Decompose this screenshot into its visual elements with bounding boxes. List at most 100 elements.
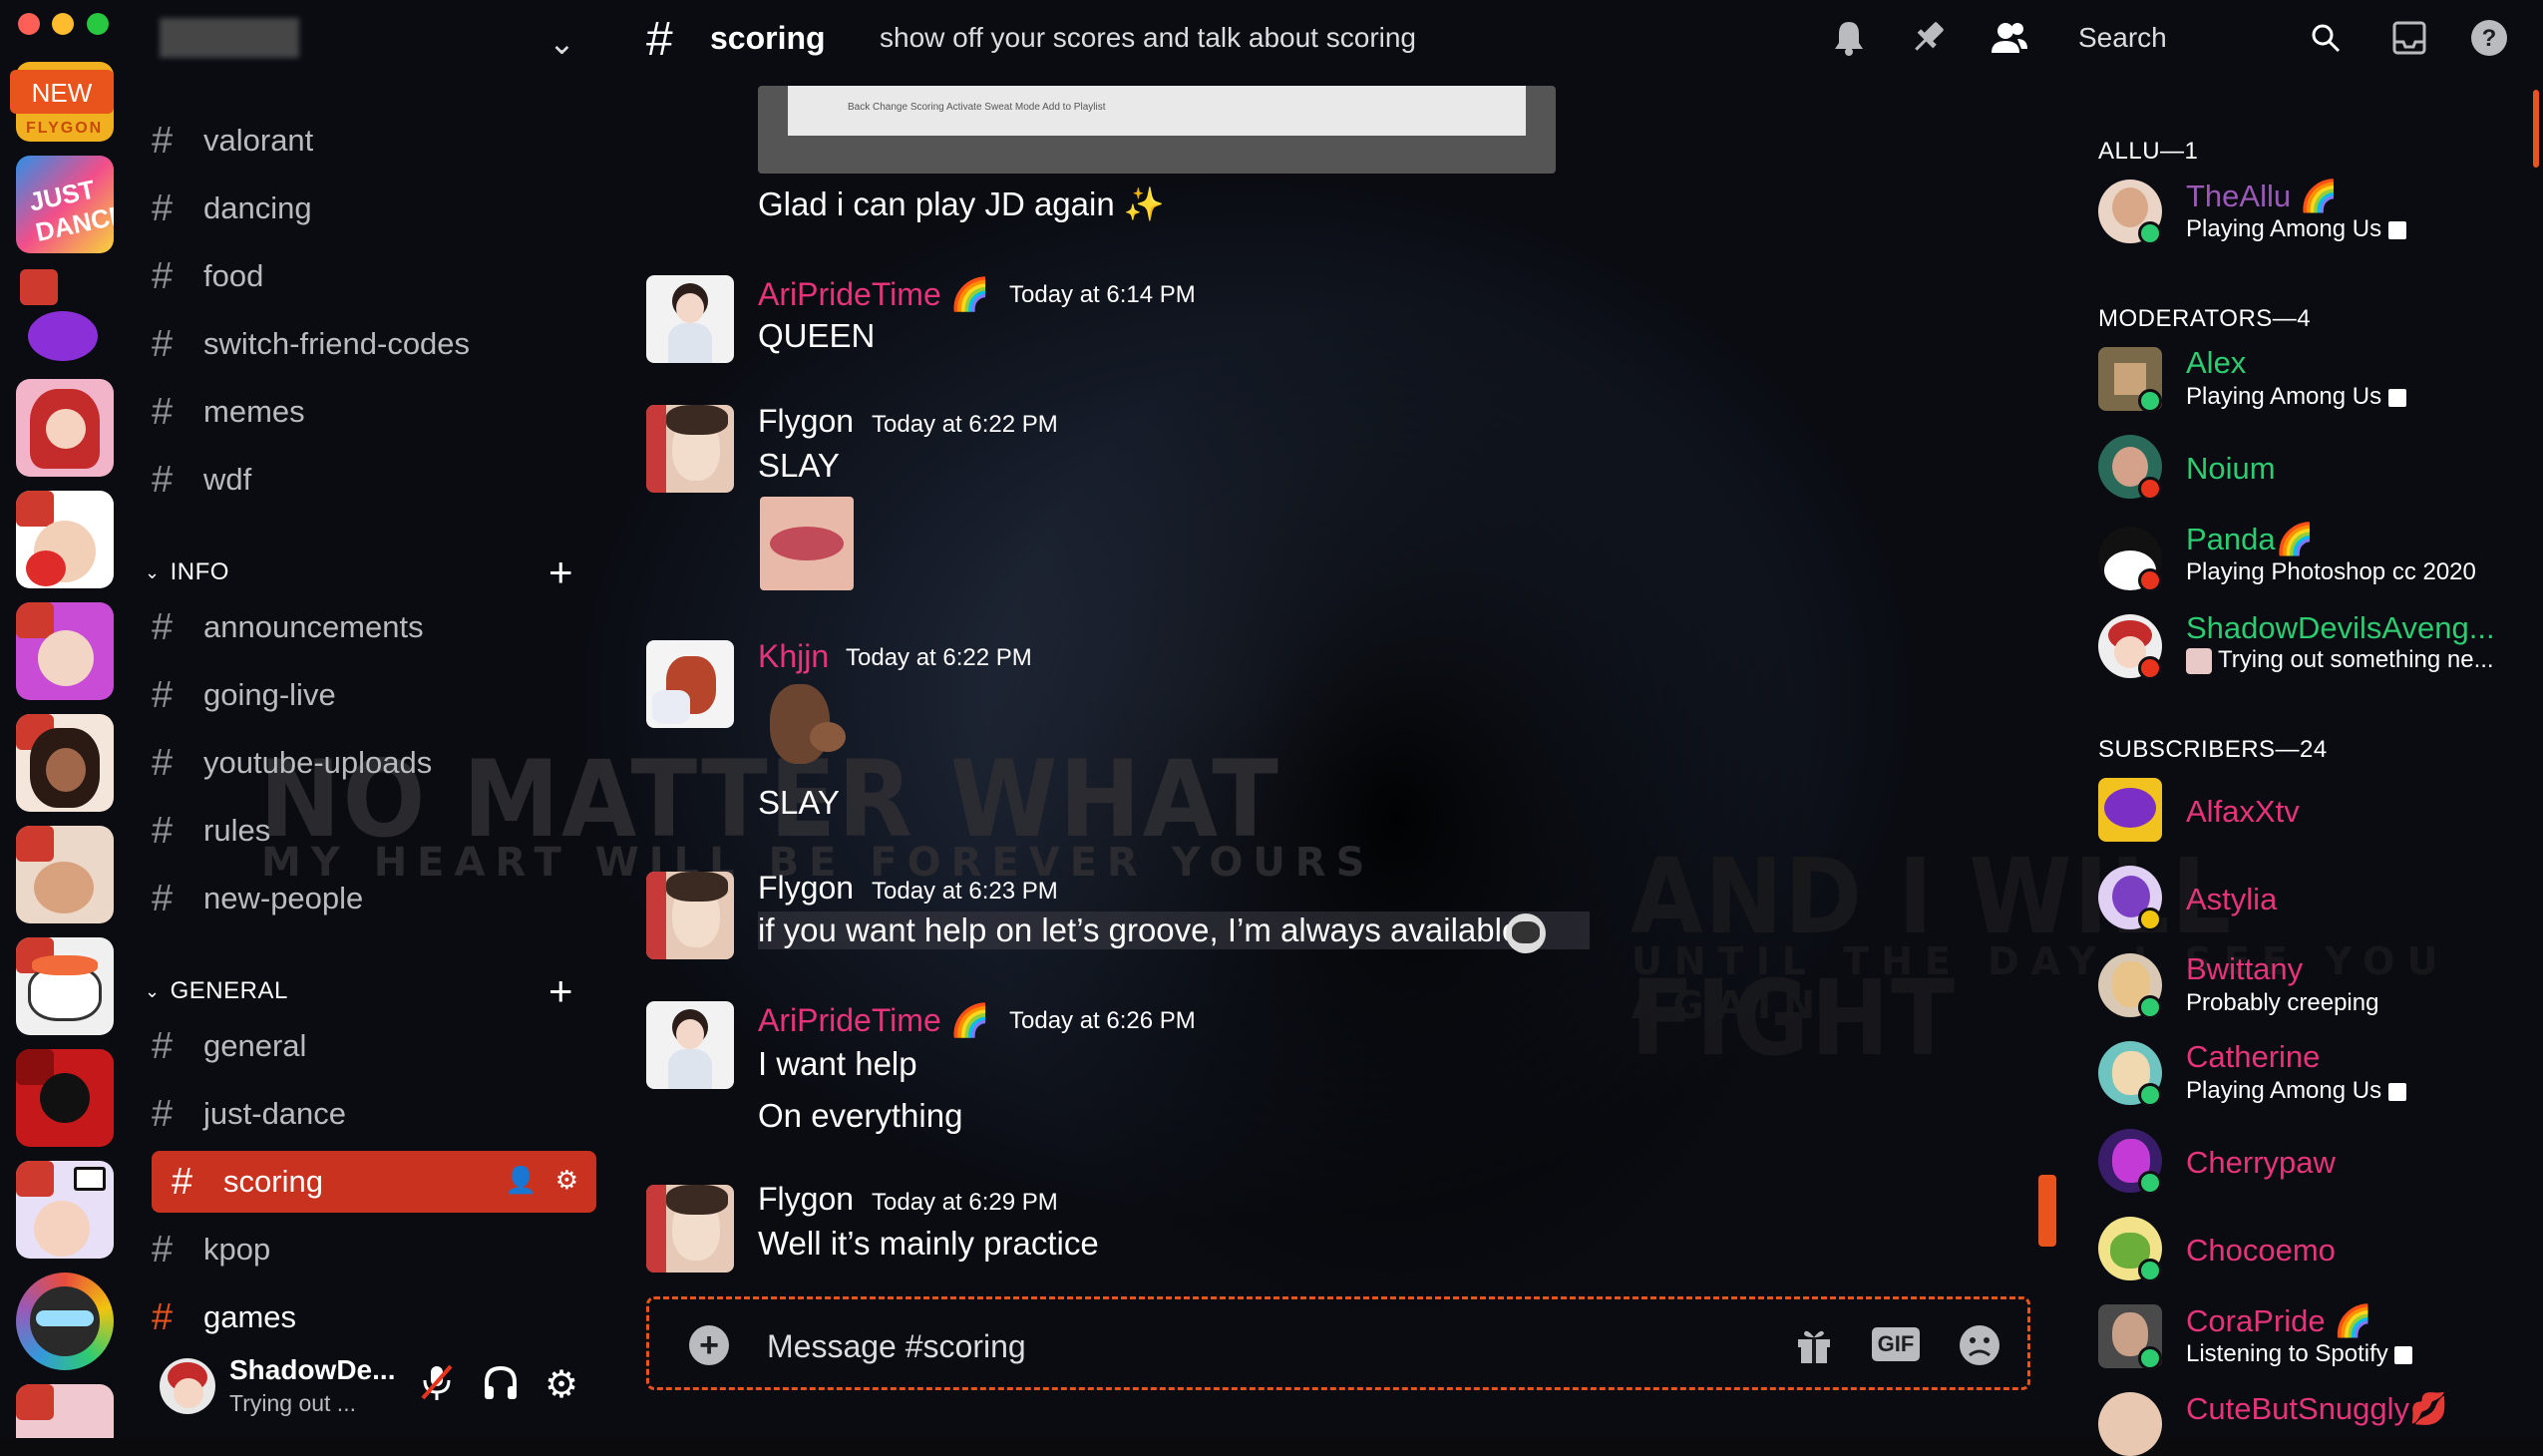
hash-icon: # xyxy=(152,1295,174,1338)
gif-button[interactable]: GIF xyxy=(1872,1327,1920,1361)
channel-food[interactable]: # food xyxy=(152,247,600,305)
bell-icon[interactable] xyxy=(1827,16,1871,60)
headphones-icon[interactable] xyxy=(481,1362,521,1412)
message-author[interactable]: Flygon xyxy=(758,403,854,440)
server-anime-boy[interactable] xyxy=(16,491,114,588)
member-name[interactable]: AlfaxXtv xyxy=(2186,794,2300,830)
chevron-down-icon[interactable]: ⌄ xyxy=(548,24,575,62)
invite-icon[interactable]: 👤 xyxy=(505,1165,537,1196)
member-name[interactable]: TheAllu 🌈 xyxy=(2186,178,2338,214)
server-dark-girl[interactable] xyxy=(16,714,114,812)
settings-gear-icon[interactable]: ⚙ xyxy=(545,1362,578,1407)
avatar[interactable] xyxy=(2098,778,2162,842)
channel-valorant[interactable]: # valorant xyxy=(152,112,600,170)
avatar[interactable] xyxy=(646,640,734,728)
message-author[interactable]: AriPrideTime 🌈 xyxy=(758,1001,989,1039)
channel-rules[interactable]: # rules xyxy=(152,802,600,860)
message-author[interactable]: Flygon xyxy=(758,1181,854,1218)
channel-label: new-people xyxy=(203,881,364,915)
server-cat-girl[interactable] xyxy=(16,826,114,923)
member-name[interactable]: Noium xyxy=(2186,451,2276,487)
message-timestamp: Today at 6:22 PM xyxy=(872,411,1058,438)
channel-label: memes xyxy=(203,394,305,429)
server-screen-share-user[interactable] xyxy=(16,1161,114,1259)
category-info[interactable]: ⌄ INFO xyxy=(145,558,229,586)
member-name[interactable]: CuteButSnuggly💋 xyxy=(2186,1390,2448,1427)
window-close-button[interactable] xyxy=(18,13,40,35)
channel-announcements[interactable]: # announcements xyxy=(152,598,600,656)
channel-kpop[interactable]: # kpop xyxy=(152,1221,600,1278)
window-minimize-button[interactable] xyxy=(52,13,74,35)
member-name[interactable]: Bwittany xyxy=(2186,951,2303,987)
server-sushi[interactable] xyxy=(16,937,114,1035)
member-name[interactable]: Panda🌈 xyxy=(2186,521,2314,557)
gear-icon[interactable]: ⚙ xyxy=(555,1165,578,1196)
walrus-sticker[interactable] xyxy=(760,678,856,774)
channel-new-people[interactable]: # new-people xyxy=(152,870,600,927)
members-scrollbar[interactable] xyxy=(2533,90,2539,168)
channel-hash-icon: # xyxy=(646,13,673,66)
channel-topic[interactable]: show off your scores and talk about scor… xyxy=(880,22,1416,54)
server-red-hair-girl[interactable] xyxy=(16,379,114,477)
rich-presence-icon xyxy=(2394,1345,2413,1364)
search-input[interactable]: Search xyxy=(2078,22,2167,54)
emoji-icon[interactable] xyxy=(1958,1323,2001,1372)
category-general[interactable]: ⌄ GENERAL xyxy=(145,977,288,1005)
avatar[interactable] xyxy=(646,1001,734,1089)
member-name[interactable]: Astylia xyxy=(2186,882,2277,917)
channel-general[interactable]: # general xyxy=(152,1017,600,1075)
channel-going-live[interactable]: # going-live xyxy=(152,666,600,724)
online-status-icon xyxy=(2138,1171,2162,1195)
server-purple-blob[interactable] xyxy=(16,267,114,365)
online-status-icon xyxy=(2138,221,2162,245)
window-maximize-button[interactable] xyxy=(87,13,109,35)
image-embed[interactable]: Back Change Scoring Activate Sweat Mode … xyxy=(758,86,1556,174)
server-bottom[interactable] xyxy=(16,1384,114,1438)
message-input[interactable] xyxy=(765,1323,1666,1369)
server-purple-girl[interactable] xyxy=(16,602,114,700)
messages-scrollbar[interactable] xyxy=(2038,1175,2056,1247)
help-icon[interactable]: ? xyxy=(2467,16,2511,60)
add-channel-icon[interactable]: + xyxy=(548,970,573,1012)
add-channel-icon[interactable]: + xyxy=(548,551,573,593)
sticker-image[interactable] xyxy=(760,497,854,590)
channel-just-dance[interactable]: # just-dance xyxy=(152,1085,600,1143)
message-author[interactable]: AriPrideTime 🌈 xyxy=(758,275,989,313)
channel-wdf[interactable]: # wdf xyxy=(152,451,600,509)
avatar[interactable] xyxy=(646,872,734,959)
inbox-icon[interactable] xyxy=(2387,16,2431,60)
channel-switch-friend-codes[interactable]: # switch-friend-codes xyxy=(152,315,600,373)
channel-memes[interactable]: # memes xyxy=(152,383,600,441)
avatar[interactable] xyxy=(2098,1392,2162,1456)
channel-scoring-active[interactable]: # scoring 👤 ⚙ xyxy=(152,1151,596,1213)
server-rainbow-sunglasses[interactable] xyxy=(16,1273,114,1370)
search-icon[interactable] xyxy=(2304,16,2348,60)
avatar[interactable] xyxy=(160,1358,215,1414)
channel-dancing[interactable]: # dancing xyxy=(152,180,600,237)
gift-icon[interactable] xyxy=(1794,1325,1834,1370)
pin-icon[interactable] xyxy=(1907,16,1951,60)
member-name[interactable]: CoraPride 🌈 xyxy=(2186,1302,2372,1339)
channel-label: general xyxy=(203,1028,307,1063)
add-attachment-icon[interactable]: + xyxy=(689,1325,729,1365)
member-status-text: Playing Among Us xyxy=(2186,1077,2382,1104)
channel-youtube-uploads[interactable]: # youtube-uploads xyxy=(152,734,600,792)
svg-text:?: ? xyxy=(2482,25,2497,52)
server-name-blurred[interactable] xyxy=(160,18,299,58)
avatar[interactable] xyxy=(646,405,734,493)
member-name[interactable]: Alex xyxy=(2186,345,2246,381)
server-deadpool[interactable] xyxy=(16,1049,114,1147)
message-author[interactable]: Flygon xyxy=(758,870,854,907)
member-name[interactable]: Chocoemo xyxy=(2186,1233,2336,1269)
mute-icon[interactable] xyxy=(419,1362,455,1412)
member-name[interactable]: Cherrypaw xyxy=(2186,1145,2336,1181)
channel-games[interactable]: # games xyxy=(152,1288,600,1346)
member-name[interactable]: ShadowDevilsAveng... xyxy=(2186,610,2495,646)
message-author[interactable]: Khjjn xyxy=(758,638,829,675)
avatar[interactable] xyxy=(646,1185,734,1273)
channel-label: valorant xyxy=(203,123,314,158)
member-list-icon[interactable] xyxy=(1987,16,2030,60)
member-name[interactable]: Catherine xyxy=(2186,1039,2320,1075)
server-just-dance[interactable]: JUST DANCE xyxy=(16,156,114,253)
avatar[interactable] xyxy=(646,275,734,363)
